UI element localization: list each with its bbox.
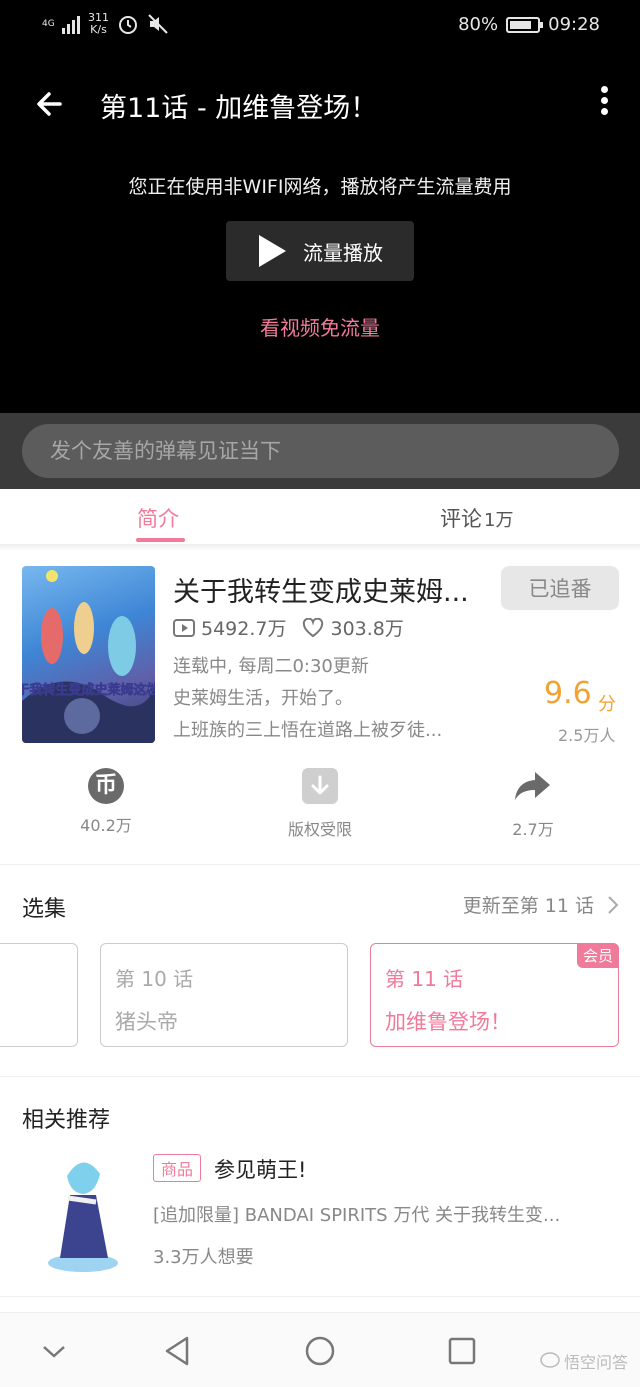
free-data-link[interactable]: 看视频免流量 xyxy=(0,312,640,341)
watermark: 悟空问答 xyxy=(540,1349,628,1373)
content-tabs: 简介 评论 1万 xyxy=(0,489,640,545)
episodes-update-link[interactable]: 更新至第 11 话 xyxy=(463,891,618,918)
network-speed: 311 K/s xyxy=(88,12,109,36)
coin-count: 40.2万 xyxy=(80,816,132,835)
tabs-shadow xyxy=(0,545,640,551)
system-navigation-bar: 悟空问答 xyxy=(0,1312,640,1387)
chat-bubble-icon xyxy=(540,1352,560,1368)
cover-art: 关于我转生变成史莱姆这档事 xyxy=(22,570,155,743)
tab-intro[interactable]: 简介 xyxy=(137,503,179,533)
nav-recents-icon[interactable] xyxy=(444,1333,480,1369)
danmaku-bar xyxy=(0,413,640,489)
watermark-text: 悟空问答 xyxy=(563,1353,628,1372)
episode-name: 加维鲁登场！ xyxy=(385,1010,511,1034)
divider xyxy=(0,1076,640,1077)
nav-back-icon[interactable] xyxy=(160,1333,196,1369)
download-icon xyxy=(302,768,338,804)
speed-unit: K/s xyxy=(90,23,107,36)
chevron-right-icon xyxy=(608,895,618,914)
anime-tagline: 史莱姆生活，开始了。 xyxy=(173,688,353,709)
anime-description[interactable]: 上班族的三上悟在道路上被歹徒... xyxy=(173,716,442,742)
episode-name: 猪头帝 xyxy=(115,1010,178,1034)
clock: 09:28 xyxy=(548,14,600,35)
coin-action[interactable]: 币 40.2万 xyxy=(41,768,171,836)
heart-icon xyxy=(303,617,324,637)
divider xyxy=(0,864,640,865)
episode-card[interactable]: 第 10 话 猪头帝 xyxy=(100,943,348,1047)
episodes-section-title: 选集 xyxy=(22,897,67,922)
tab-comments[interactable]: 评论 1万 xyxy=(440,503,513,533)
update-text: 更新至第 11 话 xyxy=(462,895,594,917)
player-top-bar: 第11话 - 加维鲁登场！ xyxy=(0,70,640,136)
signal-icon xyxy=(62,14,80,34)
play-count: 5492.7万 xyxy=(201,618,287,640)
nav-home-icon[interactable] xyxy=(302,1333,338,1369)
battery-icon xyxy=(506,16,544,33)
share-icon xyxy=(515,772,550,800)
play-icon xyxy=(259,235,286,267)
rating-count: 2.5万人 xyxy=(558,726,616,745)
active-tab-indicator xyxy=(136,538,185,542)
episode-title: 第11话 - 加维鲁登场！ xyxy=(100,93,378,124)
share-action[interactable]: 2.7万 xyxy=(468,768,598,840)
anime-title[interactable]: 关于我转生变成史莱姆... xyxy=(173,570,469,609)
like-count: 303.8万 xyxy=(330,618,404,640)
play-count-icon xyxy=(173,618,195,637)
want-count: 3.3万人想要 xyxy=(153,1247,254,1268)
rating-unit: 分 xyxy=(598,694,616,715)
comment-count: 1万 xyxy=(484,510,514,531)
download-action[interactable]: 版权受限 xyxy=(255,768,385,840)
figure-product-image[interactable] xyxy=(38,1150,128,1275)
chevron-down-icon[interactable] xyxy=(36,1333,72,1369)
anime-cover[interactable]: 关于我转生变成史莱姆这档事 xyxy=(22,566,155,743)
tab-comments-label: 评论 xyxy=(440,507,482,531)
episode-number: 第 11 话 xyxy=(385,967,464,991)
danmaku-input[interactable] xyxy=(22,424,619,478)
divider xyxy=(0,1296,640,1297)
alarm-icon xyxy=(119,16,137,34)
product-tag: 商品 xyxy=(153,1154,202,1182)
download-label: 版权受限 xyxy=(287,820,352,839)
rating-score: 9.6 xyxy=(544,676,592,711)
network-notice: 您正在使用非WIFI网络，播放将产生流量费用 xyxy=(128,176,512,198)
network-type-label: 4G xyxy=(42,18,55,29)
follow-button[interactable]: 已追番 xyxy=(501,566,619,610)
more-options-icon[interactable] xyxy=(594,86,614,122)
cover-title-text: 关于我转生变成史莱姆这档事 xyxy=(22,682,155,698)
coin-icon: 币 xyxy=(88,768,124,804)
recommendations-section-title: 相关推荐 xyxy=(22,1108,111,1133)
episode-card-previous[interactable] xyxy=(0,943,78,1047)
battery-percent: 80% xyxy=(458,14,499,35)
episode-card-current[interactable]: 第 11 话 加维鲁登场！ 会员 xyxy=(370,943,619,1047)
recommendation-description[interactable]: [追加限量] BANDAI SPIRITS 万代 关于我转生变... xyxy=(153,1201,615,1227)
video-player[interactable]: 4G 311 K/s 80% 09:28 第11话 - 加维鲁登场！ 您正在使用非… xyxy=(0,0,640,413)
anime-stats: 5492.7万 303.8万 xyxy=(173,614,404,641)
mute-icon xyxy=(148,14,168,34)
update-schedule: 连载中, 每周二0:30更新 xyxy=(173,656,369,677)
back-arrow-icon[interactable] xyxy=(30,84,70,124)
episode-number: 第 10 话 xyxy=(115,967,194,991)
recommendation-title[interactable]: 参见萌王! xyxy=(214,1154,306,1184)
status-bar: 4G 311 K/s 80% 09:28 xyxy=(0,0,640,52)
vip-badge: 会员 xyxy=(576,943,619,968)
play-button-label: 流量播放 xyxy=(303,240,383,265)
data-play-button[interactable]: 流量播放 xyxy=(226,221,414,281)
share-count: 2.7万 xyxy=(512,820,554,839)
